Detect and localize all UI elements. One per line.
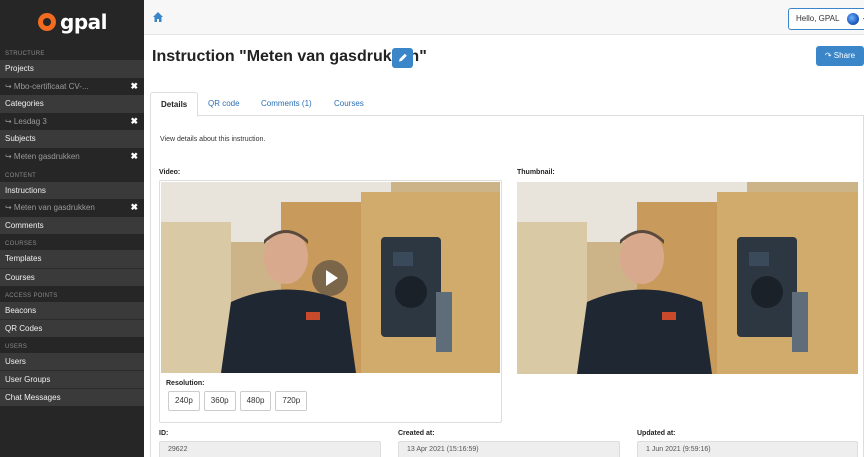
top-bar: Hello, GPAL xyxy=(144,0,864,35)
section-courses: COURSES xyxy=(5,241,37,248)
share-button[interactable]: ↷ Share xyxy=(816,46,864,66)
logo-icon xyxy=(38,13,56,31)
video-label: Video: xyxy=(159,169,181,176)
id-label: ID: xyxy=(159,430,169,437)
nav-project-selected-label: ↪ Mbo-certificaat CV-... xyxy=(5,81,89,91)
nav-projects[interactable]: Projects xyxy=(0,60,144,78)
section-structure: STRUCTURE xyxy=(5,51,45,57)
updated-at-field: 1 Jun 2021 (9:59:16) xyxy=(637,441,858,457)
resolution-240p-button[interactable]: 240p xyxy=(168,391,200,411)
remove-subject-icon[interactable]: ✖ xyxy=(130,148,138,166)
nav-category-selected[interactable]: ↪ Lesdag 3 ✖ xyxy=(0,112,144,131)
thumbnail-label: Thumbnail: xyxy=(517,169,555,176)
created-at-label: Created at: xyxy=(398,430,435,437)
share-label: Share xyxy=(833,51,856,60)
nav-user-groups[interactable]: User Groups xyxy=(0,370,144,388)
details-panel: View details about this instruction. Vid… xyxy=(150,116,864,457)
panel-description: View details about this instruction. xyxy=(160,136,266,143)
play-button[interactable] xyxy=(312,260,348,296)
section-users: USERS xyxy=(5,343,28,350)
tab-qr-code[interactable]: QR code xyxy=(198,92,250,116)
created-at-field: 13 Apr 2021 (15:16:59) xyxy=(398,441,620,457)
page-title: Instruction "Meten van gasdrukken" xyxy=(152,48,427,65)
remove-instruction-icon[interactable]: ✖ xyxy=(130,199,138,217)
nav-subject-selected-label: ↪ Meten gasdrukken xyxy=(5,151,80,161)
section-content: CONTENT xyxy=(5,172,37,179)
sidebar: gpal STRUCTURE Projects ↪ Mbo-certificaa… xyxy=(0,0,144,457)
tab-comments[interactable]: Comments (1) xyxy=(251,92,322,116)
resolution-360p-button[interactable]: 360p xyxy=(203,391,236,411)
nav-beacons[interactable]: Beacons xyxy=(0,301,144,320)
nav-chat-messages[interactable]: Chat Messages xyxy=(0,387,144,406)
share-icon: ↷ xyxy=(824,51,834,60)
nav-subjects[interactable]: Subjects xyxy=(0,130,144,148)
nav-subject-selected[interactable]: ↪ Meten gasdrukken ✖ xyxy=(0,147,144,166)
logo-text: gpal xyxy=(60,10,107,34)
avatar-globe-icon xyxy=(847,13,859,25)
nav-project-selected[interactable]: ↪ Mbo-certificaat CV-... ✖ xyxy=(0,77,144,96)
user-greeting: Hello, GPAL xyxy=(796,14,840,23)
nav-courses[interactable]: Courses xyxy=(0,267,144,286)
resolution-720p-button[interactable]: 720p xyxy=(275,391,308,411)
video-player: Resolution: 240p 360p 480p 720p xyxy=(159,180,502,423)
id-field: 29622 xyxy=(159,441,381,457)
edit-button[interactable] xyxy=(392,48,413,68)
section-access-points: ACCESS POINTS xyxy=(5,292,58,299)
nav-templates[interactable]: Templates xyxy=(0,250,144,268)
remove-project-icon[interactable]: ✖ xyxy=(130,78,138,96)
tab-bar: Details QR code Comments (1) Courses xyxy=(150,92,864,117)
thumbnail-still-image xyxy=(517,182,858,374)
updated-at-label: Updated at: xyxy=(637,430,676,437)
resolution-480p-button[interactable]: 480p xyxy=(239,391,272,411)
resolution-options: 240p 360p 480p 720p xyxy=(168,391,308,411)
resolution-label: Resolution: xyxy=(166,380,205,387)
gpal-logo[interactable]: gpal xyxy=(0,0,144,44)
video-frame[interactable] xyxy=(161,182,500,373)
nav-categories[interactable]: Categories xyxy=(0,95,144,113)
tab-details[interactable]: Details xyxy=(150,92,199,117)
nav-category-selected-label: ↪ Lesdag 3 xyxy=(5,116,47,126)
tab-courses[interactable]: Courses xyxy=(324,92,374,116)
home-icon[interactable] xyxy=(152,11,164,23)
remove-category-icon[interactable]: ✖ xyxy=(130,113,138,131)
nav-qr-codes[interactable]: QR Codes xyxy=(0,319,144,337)
thumbnail-image xyxy=(517,182,858,374)
pencil-icon xyxy=(399,53,407,62)
main-content: Instruction "Meten van gasdrukken" ↷ Sha… xyxy=(144,36,864,457)
user-menu-button[interactable]: Hello, GPAL xyxy=(788,8,864,30)
nav-instruction-selected[interactable]: ↪ Meten van gasdrukken ✖ xyxy=(0,199,144,217)
nav-comments[interactable]: Comments xyxy=(0,216,144,235)
nav-users[interactable]: Users xyxy=(0,352,144,371)
nav-instruction-selected-label: ↪ Meten van gasdrukken xyxy=(5,203,95,213)
nav-instructions[interactable]: Instructions xyxy=(0,181,144,200)
